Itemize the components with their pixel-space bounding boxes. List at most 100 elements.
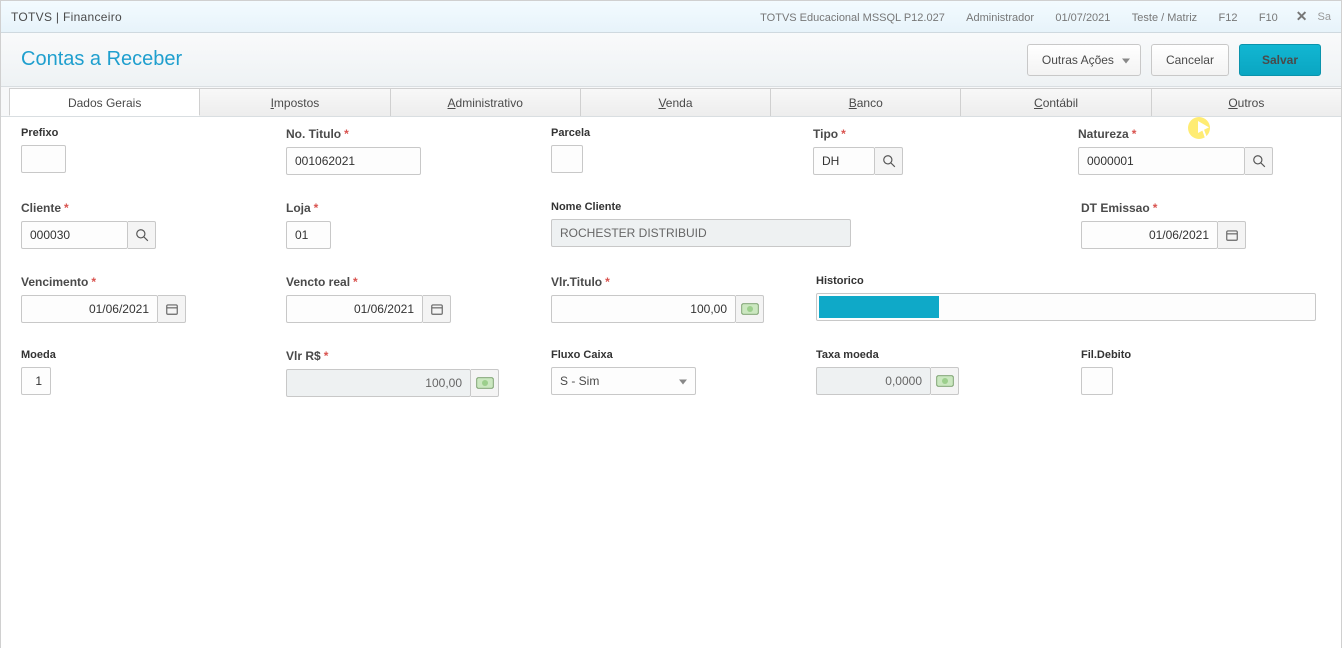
vencto-real-input[interactable] — [286, 295, 423, 323]
f12-key[interactable]: F12 — [1219, 12, 1238, 24]
fil-debito-label: Fil.Debito — [1081, 349, 1113, 361]
tab-admin-suffix: dministrativo — [456, 96, 523, 110]
field-moeda: Moeda — [21, 349, 51, 397]
fluxo-caixa-value: S - Sim — [560, 374, 599, 388]
save-button[interactable]: Salvar — [1239, 44, 1321, 76]
tipo-input[interactable] — [813, 147, 875, 175]
calendar-icon — [1225, 228, 1239, 242]
vlr-rs-label: Vlr R$* — [286, 349, 501, 363]
vencimento-label: Vencimento* — [21, 275, 186, 289]
vlr-titulo-input[interactable] — [551, 295, 736, 323]
tab-administrativo[interactable]: Administrativo — [390, 88, 581, 116]
vlr-titulo-calc-button[interactable] — [736, 295, 764, 323]
moeda-label: Moeda — [21, 349, 51, 361]
date-text: 01/07/2021 — [1055, 12, 1110, 24]
search-icon — [1252, 154, 1266, 168]
parcela-label: Parcela — [551, 127, 583, 139]
tab-outros-prefix: O — [1228, 96, 1237, 110]
fluxo-caixa-label: Fluxo Caixa — [551, 349, 696, 361]
field-vlr-titulo: Vlr.Titulo* — [551, 275, 766, 323]
taxa-moeda-label: Taxa moeda — [816, 349, 961, 361]
app-divider: | — [52, 10, 63, 24]
form-area: Prefixo No. Titulo* Parcela Tipo* Nature… — [1, 117, 1341, 649]
loja-label: Loja* — [286, 201, 331, 215]
tab-contabil-suffix: ontábil — [1043, 96, 1078, 110]
dt-emissao-calendar-button[interactable] — [1218, 221, 1246, 249]
prefixo-input[interactable] — [21, 145, 66, 173]
close-icon[interactable]: ✕ — [1296, 8, 1308, 25]
cliente-label: Cliente* — [21, 201, 156, 215]
company-text: Teste / Matriz — [1132, 12, 1197, 24]
fil-debito-input[interactable] — [1081, 367, 1113, 395]
prefixo-label: Prefixo — [21, 127, 66, 139]
other-actions-button[interactable]: Outras Ações — [1027, 44, 1141, 76]
field-vencimento: Vencimento* — [21, 275, 186, 323]
natureza-label: Natureza* — [1078, 127, 1273, 141]
moeda-input[interactable] — [21, 367, 51, 395]
field-fluxo-caixa: Fluxo Caixa S - Sim — [551, 349, 696, 397]
historico-label: Historico — [816, 275, 1316, 287]
environment-text: TOTVS Educacional MSSQL P12.027 — [760, 12, 945, 24]
field-fil-debito: Fil.Debito — [1081, 349, 1113, 397]
tabs-row: Dados Gerais Impostos Administrativo Ven… — [1, 87, 1341, 117]
calendar-icon — [165, 302, 179, 316]
vencimento-input[interactable] — [21, 295, 158, 323]
tab-admin-prefix: A — [448, 96, 456, 110]
historico-input[interactable] — [816, 293, 1316, 321]
tab-dados-gerais[interactable]: Dados Gerais — [9, 88, 200, 116]
user-text: Administrador — [966, 12, 1034, 24]
app-brand: TOTVS | Financeiro — [11, 8, 122, 26]
parcela-input[interactable] — [551, 145, 583, 173]
subheader: Contas a Receber Outras Ações Cancelar S… — [1, 33, 1341, 87]
tab-banco[interactable]: Banco — [770, 88, 961, 116]
taxa-moeda-input — [816, 367, 931, 395]
other-actions-label: Outras Ações — [1042, 53, 1114, 67]
app-brand-text: TOTVS — [11, 10, 52, 24]
tab-dados-gerais-label: Dados Gerais — [68, 96, 141, 110]
search-icon — [882, 154, 896, 168]
cliente-input[interactable] — [21, 221, 128, 249]
historico-selection — [819, 296, 939, 318]
tab-contabil[interactable]: Contábil — [960, 88, 1151, 116]
money-icon — [476, 377, 494, 389]
money-icon — [936, 375, 954, 387]
fluxo-caixa-select[interactable]: S - Sim — [551, 367, 696, 395]
field-prefixo: Prefixo — [21, 127, 66, 175]
no-titulo-label: No. Titulo* — [286, 127, 421, 141]
cliente-lookup-button[interactable] — [128, 221, 156, 249]
tab-outros[interactable]: Outros — [1151, 88, 1342, 116]
no-titulo-input[interactable] — [286, 147, 421, 175]
field-loja: Loja* — [286, 201, 331, 249]
tipo-lookup-button[interactable] — [875, 147, 903, 175]
tab-outros-suffix: utros — [1238, 96, 1265, 110]
nome-cliente-label: Nome Cliente — [551, 201, 851, 213]
vlr-rs-calc-button[interactable] — [471, 369, 499, 397]
vencto-real-calendar-button[interactable] — [423, 295, 451, 323]
titlebar-meta: TOTVS Educacional MSSQL P12.027 Administ… — [742, 10, 1278, 24]
vlr-titulo-label: Vlr.Titulo* — [551, 275, 766, 289]
tab-venda-suffix: enda — [666, 96, 693, 110]
exit-partial-text: Sa — [1318, 11, 1331, 23]
loja-input[interactable] — [286, 221, 331, 249]
titlebar: TOTVS | Financeiro TOTVS Educacional MSS… — [1, 1, 1341, 33]
tab-impostos-suffix: mpostos — [274, 96, 319, 110]
natureza-lookup-button[interactable] — [1245, 147, 1273, 175]
tipo-label: Tipo* — [813, 127, 903, 141]
field-vencto-real: Vencto real* — [286, 275, 451, 323]
nome-cliente-input — [551, 219, 851, 247]
vencimento-calendar-button[interactable] — [158, 295, 186, 323]
vencto-real-label: Vencto real* — [286, 275, 451, 289]
tab-impostos[interactable]: Impostos — [199, 88, 390, 116]
field-dt-emissao: DT Emissao* — [1081, 201, 1246, 249]
natureza-input[interactable] — [1078, 147, 1245, 175]
field-parcela: Parcela — [551, 127, 583, 175]
tab-venda[interactable]: Venda — [580, 88, 771, 116]
save-label: Salvar — [1262, 53, 1298, 67]
tab-banco-prefix: B — [849, 96, 857, 110]
f10-key[interactable]: F10 — [1259, 12, 1278, 24]
tab-banco-suffix: anco — [857, 96, 883, 110]
taxa-moeda-calc-button[interactable] — [931, 367, 959, 395]
field-taxa-moeda: Taxa moeda — [816, 349, 961, 397]
dt-emissao-input[interactable] — [1081, 221, 1218, 249]
cancel-button[interactable]: Cancelar — [1151, 44, 1229, 76]
